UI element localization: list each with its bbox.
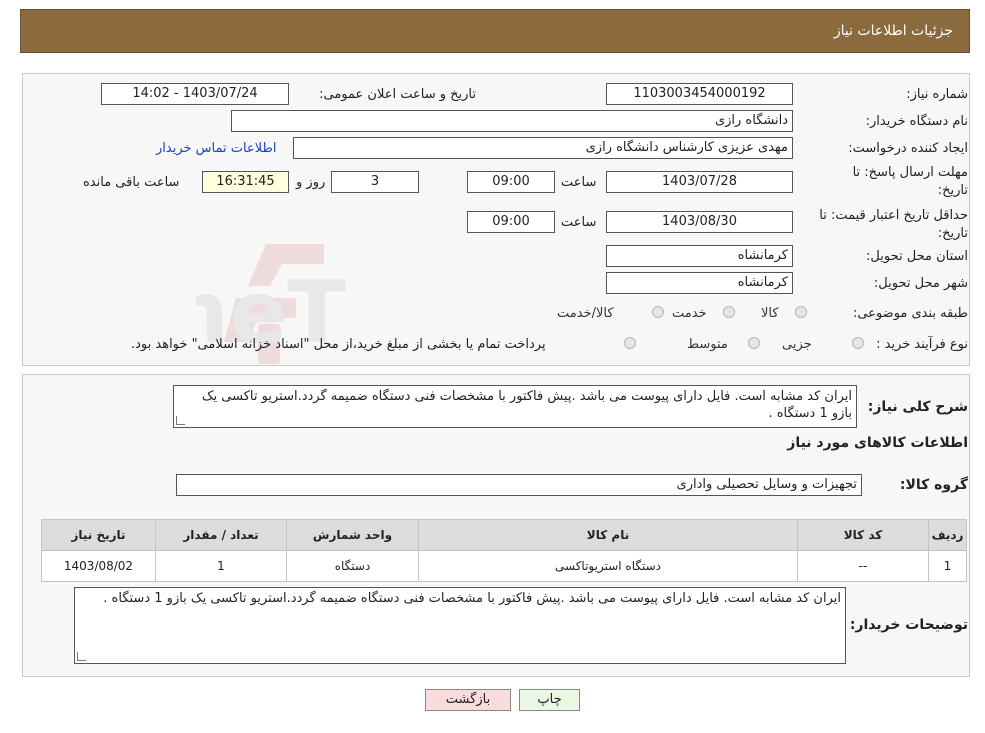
deadline-time-label: ساعت [561,175,597,190]
resize-handle-icon[interactable] [77,652,86,661]
validity-date-field: 1403/08/30 [606,211,793,233]
cell-name: دستگاه استریوتاکسی [418,550,798,582]
category-label: طبقه بندی موضوعی: [852,306,968,321]
deadline-label: مهلت ارسال پاسخ: تا تاریخ: [852,165,968,198]
print-button[interactable]: چاپ [519,689,580,711]
cell-unit: دستگاه [286,550,419,582]
announce-field: 1403/07/24 - 14:02 [101,83,289,105]
cell-code: -- [797,550,929,582]
need-number-label: شماره نیاز: [906,87,968,102]
payment-note: پرداخت تمام یا بخشی از مبلغ خرید،از محل … [131,337,546,352]
goods-table: ردیف کد کالا نام کالا واحد شمارش تعداد /… [41,519,967,582]
treasury-checkbox[interactable] [624,337,636,349]
buyer-notes-text: ایران کد مشابه است. فایل دارای پیوست می … [103,591,841,606]
validity-time-label: ساعت [561,215,597,230]
goods-section-title: اطلاعات کالاهای مورد نیاز [787,435,968,451]
col-date: تاریخ نیاز [41,519,156,551]
process-radio-medium[interactable] [748,337,760,349]
city-field: کرمانشاه [606,272,793,294]
process-label: نوع فرآیند خرید : [876,337,968,352]
cell-row: 1 [928,550,967,582]
col-qty: تعداد / مقدار [155,519,287,551]
remaining-time-field: 16:31:45 [202,171,289,193]
page-title: جزئیات اطلاعات نیاز [833,23,953,39]
goods-group-field: تجهیزات و وسایل تحصیلی واداری [176,474,862,496]
category-radio-goods-service[interactable] [652,306,664,318]
buyer-org-field: دانشگاه رازی [231,110,793,132]
description-textarea[interactable]: ایران کد مشابه است. فایل دارای پیوست می … [173,385,857,428]
category-option-service: خدمت [672,306,707,321]
col-code: کد کالا [797,519,929,551]
creator-label: ایجاد کننده درخواست: [848,141,968,156]
table-header-row: ردیف کد کالا نام کالا واحد شمارش تعداد /… [41,519,967,551]
days-label: روز و [296,175,326,190]
days-field: 3 [331,171,419,193]
validity-time-field: 09:00 [467,211,555,233]
process-option-medium: متوسط [687,337,728,352]
resize-handle-icon[interactable] [176,416,185,425]
deadline-time-field: 09:00 [467,171,555,193]
description-label: شرح کلی نیاز: [867,399,968,415]
need-number-field: 1103003454000192 [606,83,793,105]
remaining-label: ساعت باقی مانده [83,175,180,190]
buyer-org-label: نام دستگاه خریدار: [865,114,968,129]
category-radio-service[interactable] [723,306,735,318]
page-header: جزئیات اطلاعات نیاز [20,9,970,53]
back-button[interactable]: بازگشت [425,689,511,711]
category-option-goods-service: کالا/خدمت [557,306,614,321]
buyer-contact-link[interactable]: اطلاعات تماس خریدار [156,141,276,156]
validity-label: حداقل تاریخ اعتبار قیمت: تا تاریخ: [819,208,968,241]
process-option-minor: جزیی [782,337,812,352]
province-field: کرمانشاه [606,245,793,267]
province-label: استان محل تحویل: [866,249,968,264]
description-text: ایران کد مشابه است. فایل دارای پیوست می … [201,389,852,421]
category-option-goods: کالا [761,306,779,321]
cell-date: 1403/08/02 [41,550,156,582]
col-unit: واحد شمارش [286,519,419,551]
process-radio-minor[interactable] [852,337,864,349]
deadline-date-field: 1403/07/28 [606,171,793,193]
announce-label: تاریخ و ساعت اعلان عمومی: [319,87,476,102]
city-label: شهر محل تحویل: [873,276,968,291]
buyer-notes-textarea[interactable]: ایران کد مشابه است. فایل دارای پیوست می … [74,587,846,664]
table-row: 1 -- دستگاه استریوتاکسی دستگاه 1 1403/08… [41,550,967,582]
creator-field: مهدی عزیزی کارشناس دانشگاه رازی [293,137,793,159]
buyer-notes-label: توضیحات خریدار: [849,617,968,633]
col-name: نام کالا [418,519,798,551]
category-radio-goods[interactable] [795,306,807,318]
goods-group-label: گروه کالا: [899,477,968,493]
col-row: ردیف [928,519,967,551]
cell-qty: 1 [155,550,287,582]
